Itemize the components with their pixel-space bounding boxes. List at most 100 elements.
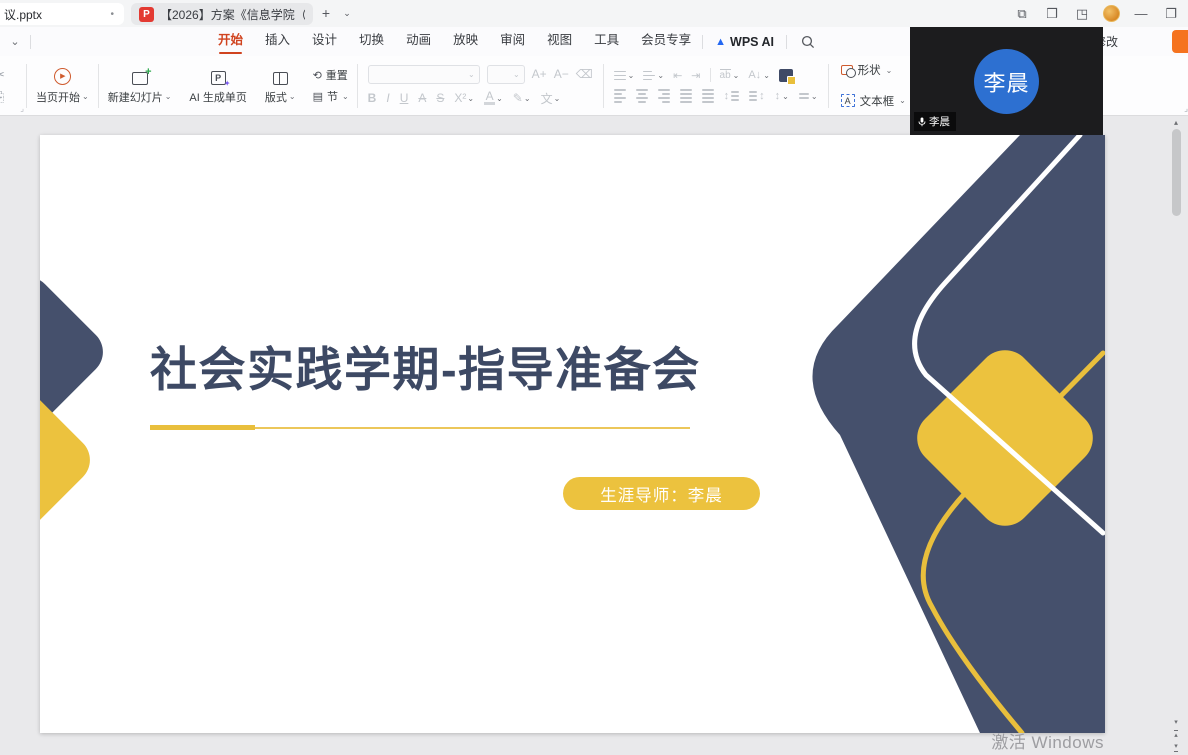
- bold-button[interactable]: B: [368, 91, 377, 105]
- bullet-list-icon: [614, 71, 626, 81]
- next-slide-button[interactable]: ▾: [1174, 743, 1178, 752]
- clipboard-dialog-launcher-icon[interactable]: ⌟: [20, 104, 24, 113]
- 3d-view-icon[interactable]: ◳: [1073, 6, 1091, 22]
- character-shading-button[interactable]: ab⌄: [720, 69, 740, 81]
- play-circle-icon: ▶: [54, 68, 71, 85]
- titlebar-controls: ⧉ ❒ ◳ — ❐: [1013, 0, 1188, 27]
- align-right-icon: [658, 89, 670, 103]
- numbered-list-button[interactable]: ⌄: [643, 71, 664, 81]
- tab-review[interactable]: 审阅: [489, 27, 536, 56]
- tab-view[interactable]: 视图: [536, 27, 583, 56]
- activate-windows-watermark: 激活 Windows: [991, 728, 1104, 753]
- layout-icon: [273, 72, 288, 85]
- align-left-button[interactable]: [614, 89, 626, 103]
- spacing-before-button[interactable]: ↕: [724, 90, 740, 102]
- play-from-current-button[interactable]: ▶ 当页开始⌄: [27, 56, 98, 115]
- minimize-button[interactable]: —: [1132, 6, 1150, 21]
- align-center-button[interactable]: [636, 89, 648, 103]
- slide-title[interactable]: 社会实践学期-指导准备会: [150, 331, 701, 400]
- clipboard-group: ✂ ⎘ ⌟: [0, 56, 26, 115]
- microphone-icon: [918, 117, 926, 127]
- tab-animation[interactable]: 动画: [395, 27, 442, 56]
- character-border-button[interactable]: A: [418, 91, 426, 105]
- tab-list-dropdown[interactable]: ⌄: [337, 3, 357, 23]
- section-button[interactable]: ▤ 节 ⌄: [313, 88, 349, 104]
- tab-home[interactable]: 开始: [207, 27, 254, 56]
- tab-design[interactable]: 设计: [301, 27, 348, 56]
- scrollbar-down-button[interactable]: ▾: [1174, 719, 1178, 726]
- textbox-button[interactable]: A文本框⌄: [841, 87, 906, 116]
- spacing-after-button[interactable]: ↕: [749, 90, 765, 102]
- tab-member[interactable]: 会员专享: [630, 27, 702, 56]
- document-tab-label: 【2026】方案《信息学院（含艺术与: [160, 6, 305, 23]
- document-tab-current[interactable]: 议.pptx •: [0, 3, 124, 25]
- editing-workspace: 社会实践学期-指导准备会 生涯导师：李晨 激活 Windows: [0, 117, 1188, 755]
- layout-button[interactable]: 版式⌄: [256, 56, 305, 115]
- scrollbar-thumb[interactable]: [1172, 129, 1181, 216]
- slide-decoration-shapes: [40, 135, 1105, 733]
- reset-button[interactable]: ⟲ 重置: [313, 67, 349, 83]
- user-avatar[interactable]: [1103, 5, 1120, 22]
- distribute-icon: [702, 89, 714, 103]
- bullet-list-button[interactable]: ⌄: [614, 71, 635, 81]
- align-center-icon: [636, 89, 648, 103]
- tab-transition[interactable]: 切换: [348, 27, 395, 56]
- new-slide-button[interactable]: + 新建幻灯片⌄: [99, 56, 181, 115]
- presenter-badge[interactable]: 生涯导师：李晨: [563, 477, 760, 510]
- increase-indent-button[interactable]: ⇥: [691, 69, 700, 82]
- align-right-button[interactable]: [658, 89, 670, 103]
- increase-font-button[interactable]: A+: [532, 67, 547, 81]
- smartart-icon: [779, 69, 793, 82]
- tab-insert[interactable]: 插入: [254, 27, 301, 56]
- share-button-partial[interactable]: [1172, 30, 1188, 53]
- clear-format-button[interactable]: ⌫: [576, 67, 593, 81]
- screenshot-icon[interactable]: ⧉: [1013, 6, 1031, 22]
- pinyin-guide-button[interactable]: 文⌄: [541, 90, 561, 107]
- restore-window-button[interactable]: ❐: [1162, 6, 1180, 22]
- underline-button[interactable]: U: [400, 91, 409, 105]
- justify-icon: [680, 89, 692, 103]
- search-button[interactable]: [787, 35, 829, 49]
- highlight-button[interactable]: ✎⌄: [513, 91, 531, 105]
- text-direction-button[interactable]: A↓⌄: [748, 69, 770, 81]
- tab-wps-ai[interactable]: ▲ WPS AI: [703, 35, 786, 49]
- vertical-align-button[interactable]: ⌄: [799, 92, 818, 101]
- file-menu-chevron-icon[interactable]: ⌄: [0, 35, 30, 48]
- decrease-font-button[interactable]: A−: [554, 67, 569, 81]
- new-slide-icon: +: [132, 72, 148, 85]
- title-bar: 议.pptx • P 【2026】方案《信息学院（含艺术与 + ⌄ ⧉ ❒ ◳ …: [0, 0, 1188, 27]
- ai-generate-page-button[interactable]: P✦ AI 生成单页: [180, 56, 255, 115]
- scrollbar-up-button[interactable]: ▴: [1169, 118, 1183, 127]
- wps-presentation-icon: P: [139, 7, 154, 22]
- distribute-text-button[interactable]: [702, 89, 714, 103]
- convert-to-smartart-button[interactable]: [779, 69, 793, 82]
- font-size-select[interactable]: ⌄: [487, 65, 525, 84]
- paragraph-dialog-launcher-icon[interactable]: ⌟: [1184, 104, 1188, 113]
- reset-section-group: ⟲ 重置 ▤ 节 ⌄: [305, 56, 357, 115]
- tab-tools[interactable]: 工具: [583, 27, 630, 56]
- line-spacing-button[interactable]: ↕⌄: [775, 90, 789, 102]
- pinyin-icon: 文: [541, 90, 553, 107]
- align-left-icon: [614, 89, 626, 103]
- paste-icon[interactable]: ⎘: [0, 89, 16, 105]
- decrease-indent-button[interactable]: ⇤: [673, 69, 682, 82]
- window-manage-icon[interactable]: ❒: [1043, 6, 1061, 22]
- strikethrough-button[interactable]: S: [436, 91, 444, 105]
- slide-canvas[interactable]: 社会实践学期-指导准备会 生涯导师：李晨: [40, 135, 1105, 733]
- section-icon: ▤: [313, 90, 323, 103]
- font-color-button[interactable]: A ⌄: [484, 91, 503, 105]
- shapes-button[interactable]: 形状⌄: [841, 56, 906, 85]
- textbox-icon: A: [841, 94, 855, 107]
- previous-slide-button[interactable]: ▴: [1174, 730, 1178, 739]
- justify-button[interactable]: [680, 89, 692, 103]
- shapes-icon: [841, 65, 853, 75]
- superscript-button[interactable]: X²⌄: [454, 91, 474, 105]
- tab-slideshow[interactable]: 放映: [442, 27, 489, 56]
- italic-button[interactable]: I: [386, 91, 389, 105]
- participant-name-badge: 李晨: [914, 112, 956, 131]
- document-tab-other[interactable]: P 【2026】方案《信息学院（含艺术与: [131, 3, 313, 25]
- video-call-overlay[interactable]: 李晨 李晨: [910, 27, 1103, 135]
- cut-icon[interactable]: ✂: [0, 67, 16, 83]
- font-name-select[interactable]: ⌄: [368, 65, 480, 84]
- new-tab-button[interactable]: +: [316, 3, 336, 23]
